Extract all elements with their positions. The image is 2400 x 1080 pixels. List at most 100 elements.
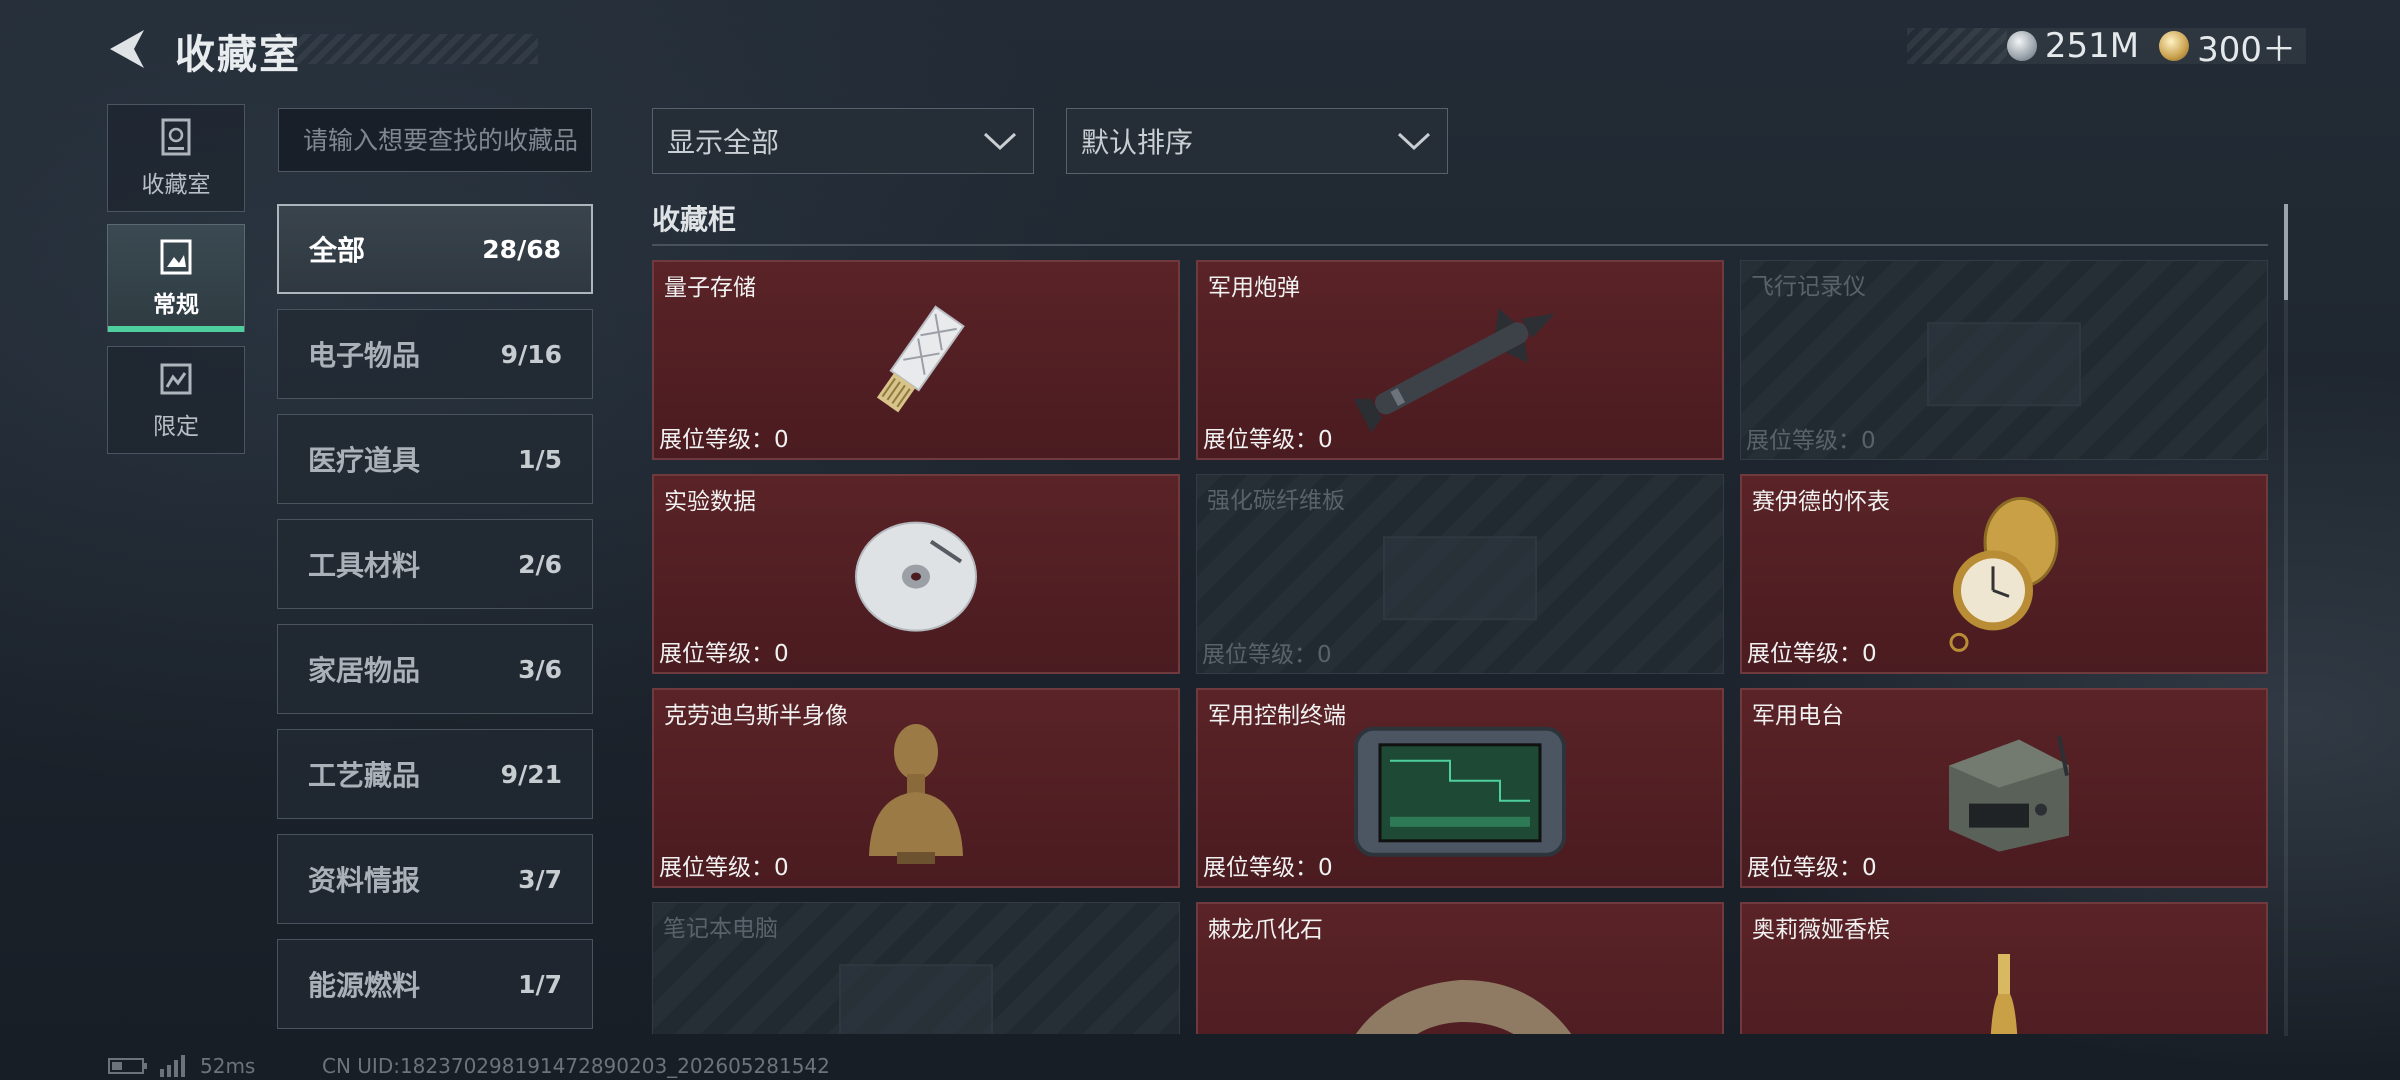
- dropdown-value: 显示全部: [667, 126, 780, 159]
- tab-collection-room[interactable]: 收藏室: [107, 104, 245, 212]
- dropdown-value: 默认排序: [1081, 126, 1194, 159]
- category-household[interactable]: 家居物品 3/6: [277, 624, 593, 714]
- category-electronics[interactable]: 电子物品 9/16: [277, 309, 593, 399]
- signal-icon: [160, 1055, 185, 1077]
- category-all[interactable]: 全部 28/68: [277, 204, 593, 294]
- collection-card-claw-fossil[interactable]: 棘龙爪化石: [1196, 902, 1724, 1034]
- carbon-plate-icon: [1383, 536, 1537, 621]
- item-name: 军用电台: [1752, 703, 1844, 729]
- item-level: 展位等级：0: [1746, 428, 1876, 454]
- bust-icon: [869, 724, 963, 864]
- top-bar: 收藏室 251M 300＋: [0, 0, 2400, 100]
- category-name: 医疗道具: [308, 444, 421, 477]
- item-level: 展位等级：0: [1747, 641, 1877, 667]
- collection-card-quantum-storage[interactable]: 量子存储 展位等级：0: [652, 260, 1180, 460]
- tab-regular[interactable]: 常规: [107, 224, 245, 332]
- currency-silver[interactable]: 251M: [2006, 26, 2140, 66]
- category-name: 全部: [309, 234, 366, 267]
- collection-card-laptop[interactable]: 笔记本电脑: [652, 902, 1180, 1034]
- category-medical[interactable]: 医疗道具 1/5: [277, 414, 593, 504]
- uid-text: CN UID:1823702981914728902​03_2026052815…: [322, 1054, 830, 1078]
- claw-fossil-icon: [1355, 979, 1572, 1034]
- flight-recorder-icon: [1927, 322, 2081, 407]
- currency-bar: 251M 300＋: [1906, 26, 2306, 70]
- tab-label: 收藏室: [141, 172, 211, 198]
- battery-icon: [108, 1058, 147, 1074]
- collection-card-claudius-bust[interactable]: 克劳迪乌斯半身像 展位等级：0: [652, 688, 1180, 888]
- tab-label: 限定: [153, 414, 199, 440]
- chevron-down-icon: [983, 132, 1017, 151]
- item-name: 飞行记录仪: [1751, 274, 1866, 300]
- category-count: 1/5: [518, 444, 562, 474]
- item-name: 军用炮弹: [1208, 275, 1300, 301]
- collection-card-experiment-data[interactable]: 实验数据 展位等级：0: [652, 474, 1180, 674]
- picture-frame-icon: [160, 239, 192, 275]
- currency-silver-value: 251M: [2044, 26, 2140, 66]
- status-bar: 52ms: [108, 1054, 255, 1078]
- category-intel[interactable]: 资料情报 3/7: [277, 834, 593, 924]
- category-crafts[interactable]: 工艺藏品 9/21: [277, 729, 593, 819]
- limited-frame-icon: [160, 363, 192, 395]
- tab-limited[interactable]: 限定: [107, 346, 245, 454]
- item-level: 展位等级：0: [659, 855, 789, 881]
- item-name: 克劳迪乌斯半身像: [664, 703, 848, 729]
- search-input[interactable]: [301, 124, 591, 156]
- category-fuel[interactable]: 能源燃料 1/7: [277, 939, 593, 1029]
- category-count: 3/7: [518, 864, 562, 894]
- item-level: 展位等级：0: [1203, 855, 1333, 881]
- sort-dropdown[interactable]: 默认排序: [1066, 108, 1448, 174]
- category-tools[interactable]: 工具材料 2/6: [277, 519, 593, 609]
- collection-card-military-shell[interactable]: 军用炮弹 展位等级：0: [1196, 260, 1724, 460]
- item-name: 量子存储: [664, 275, 756, 301]
- collection-card-flight-recorder[interactable]: 飞行记录仪 展位等级：0: [1740, 260, 2268, 460]
- collection-card-carbon-plate[interactable]: 强化碳纤维板 展位等级：0: [1196, 474, 1724, 674]
- category-name: 工艺藏品: [308, 759, 421, 792]
- category-name: 家居物品: [308, 654, 421, 687]
- item-name: 笔记本电脑: [663, 916, 778, 942]
- item-name: 实验数据: [664, 489, 756, 515]
- gold-coin-icon: [2159, 31, 2190, 61]
- category-count: 3/6: [518, 654, 562, 684]
- laptop-icon: [839, 964, 993, 1034]
- category-name: 能源燃料: [308, 969, 421, 1002]
- radio-icon: [1949, 735, 2069, 852]
- disc-icon: [855, 521, 977, 632]
- category-count: 9/16: [500, 339, 562, 369]
- item-level: 展位等级：0: [1747, 855, 1877, 881]
- silver-coin-icon: [2006, 31, 2037, 61]
- collection-card-military-radio[interactable]: 军用电台 展位等级：0: [1740, 688, 2268, 888]
- back-arrow-icon[interactable]: [104, 26, 150, 72]
- ping-value: 52ms: [200, 1054, 256, 1078]
- collection-card-control-terminal[interactable]: 军用控制终端 展位等级：0: [1196, 688, 1724, 888]
- pocket-watch-icon: [1949, 496, 2059, 652]
- item-level: 展位等级：0: [659, 641, 789, 667]
- category-name: 资料情报: [308, 864, 421, 897]
- scroll-thumb[interactable]: [2284, 204, 2288, 300]
- collection-grid: 量子存储 展位等级：0 军用炮弹 展位等级：0 飞行记录仪 展位等级：0 实验数…: [652, 258, 2270, 1034]
- item-name: 棘龙爪化石: [1208, 917, 1323, 943]
- search-box: [278, 108, 592, 172]
- category-name: 电子物品: [308, 339, 421, 372]
- collection-card-champagne[interactable]: 奥莉薇娅香槟: [1740, 902, 2268, 1034]
- item-level: 展位等级：0: [1202, 642, 1332, 668]
- display-filter-dropdown[interactable]: 显示全部: [652, 108, 1034, 174]
- missile-icon: [1353, 308, 1555, 433]
- control-terminal-icon: [1354, 726, 1566, 857]
- currency-gold[interactable]: 300＋: [2159, 22, 2296, 71]
- collection-card-pocket-watch[interactable]: 赛伊德的怀表 展位等级：0: [1740, 474, 2268, 674]
- currency-gold-value: 300＋: [2197, 29, 2296, 70]
- category-name: 工具材料: [308, 549, 421, 582]
- item-name: 军用控制终端: [1208, 703, 1346, 729]
- item-name: 强化碳纤维板: [1207, 488, 1345, 514]
- champagne-icon: [1990, 953, 2018, 1034]
- category-count: 9/21: [500, 759, 562, 789]
- trophy-case-icon: [161, 118, 191, 156]
- item-name: 赛伊德的怀表: [1752, 489, 1890, 515]
- grid-scrollbar[interactable]: [2284, 204, 2288, 1036]
- usb-drive-icon: [876, 305, 965, 413]
- item-level: 展位等级：0: [659, 427, 789, 453]
- item-name: 奥莉薇娅香槟: [1752, 917, 1890, 943]
- category-count: 1/7: [518, 969, 562, 999]
- title-decoration: [270, 34, 538, 64]
- category-count: 28/68: [482, 234, 561, 264]
